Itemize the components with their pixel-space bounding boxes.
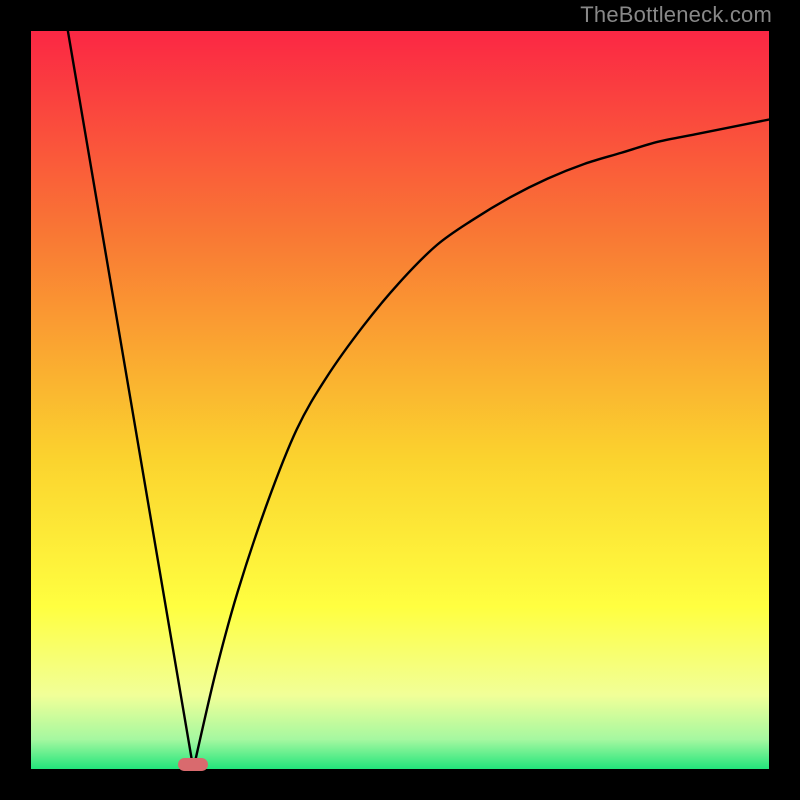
chart-frame: TheBottleneck.com: [0, 0, 800, 800]
attribution-label: TheBottleneck.com: [580, 2, 772, 28]
optimum-marker: [178, 758, 208, 771]
gradient-plot: [31, 31, 769, 769]
